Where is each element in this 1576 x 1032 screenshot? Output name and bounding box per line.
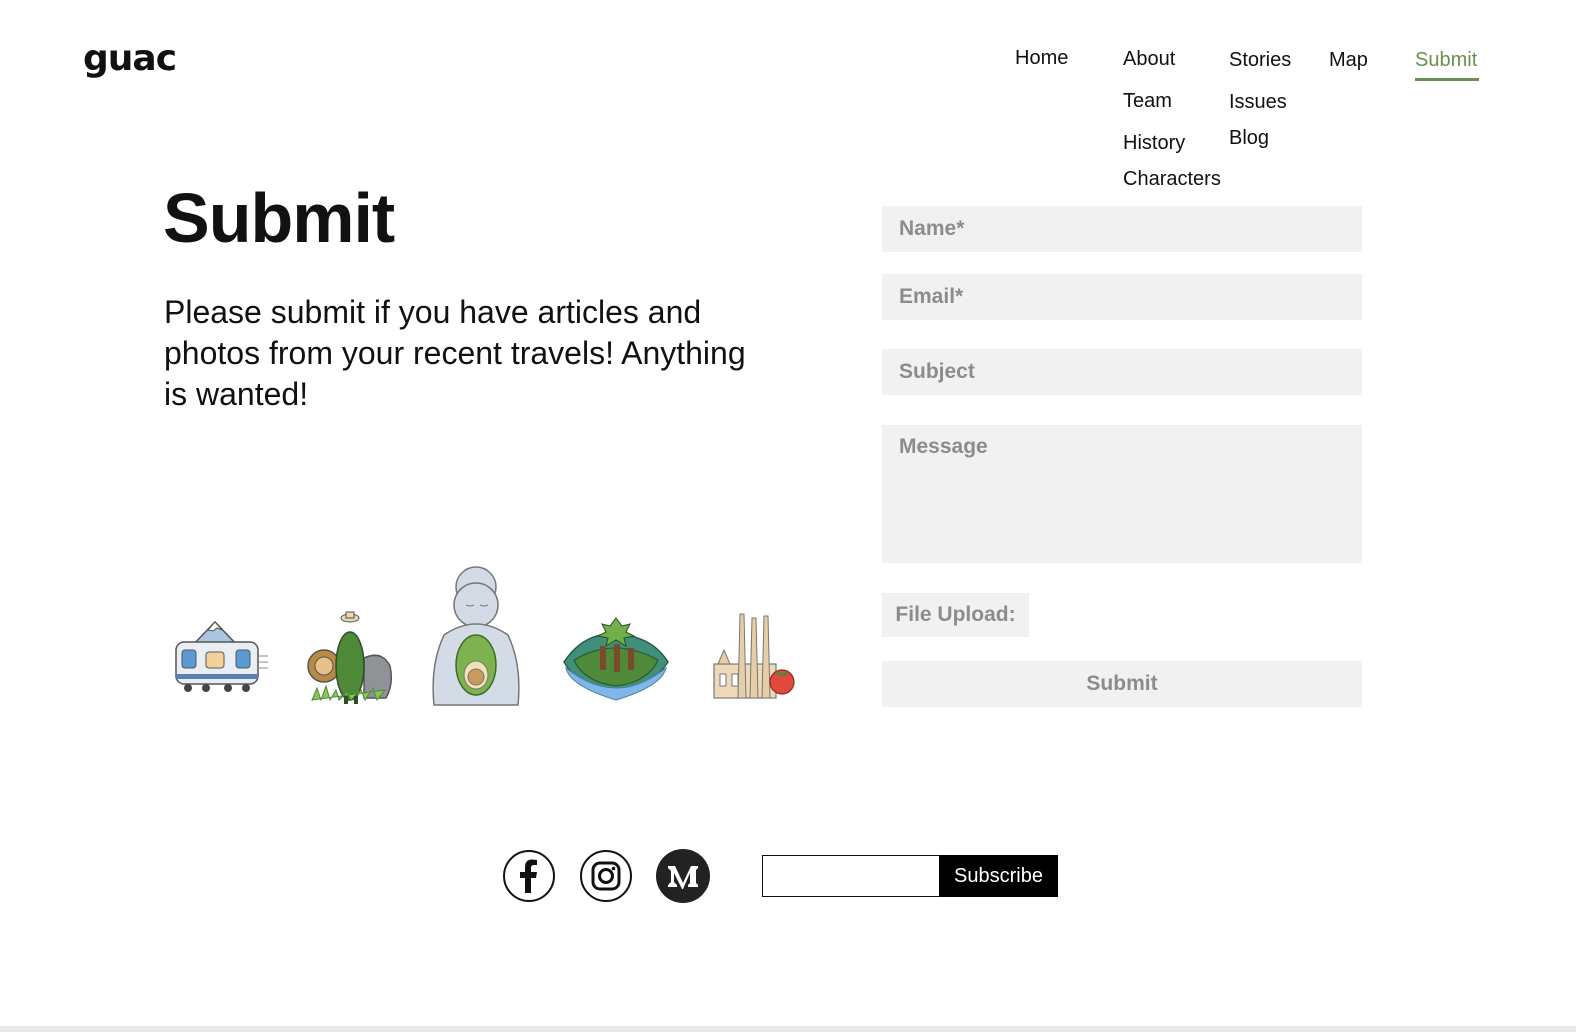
submit-button[interactable]: Submit	[882, 661, 1362, 707]
sagrada-familia-tomato-icon	[713, 613, 795, 699]
message-field[interactable]	[882, 425, 1362, 563]
page-bottom-divider	[0, 1026, 1576, 1032]
buddha-avocado-icon	[432, 566, 520, 706]
email-field[interactable]	[882, 274, 1362, 320]
nav-stories[interactable]: Stories	[1229, 49, 1291, 72]
subject-field[interactable]	[882, 349, 1362, 395]
nav-about[interactable]: About	[1123, 48, 1175, 71]
nav-about-characters[interactable]: Characters	[1123, 168, 1221, 191]
file-upload-button[interactable]: File Upload:	[882, 593, 1029, 637]
subscribe-button[interactable]: Subscribe	[939, 855, 1058, 897]
nav-submit[interactable]: Submit	[1415, 49, 1477, 72]
train-mount-fuji-icon	[175, 620, 268, 692]
intro-text: Please submit if you have articles and p…	[164, 294, 746, 412]
avocado-safari-icon	[307, 611, 393, 704]
nav-about-history[interactable]: History	[1123, 132, 1185, 155]
name-field[interactable]	[882, 206, 1362, 252]
instagram-icon[interactable]	[579, 849, 633, 903]
nav-stories-blog[interactable]: Blog	[1229, 127, 1269, 150]
nav-about-team[interactable]: Team	[1123, 90, 1172, 113]
facebook-icon[interactable]	[502, 849, 556, 903]
medium-icon[interactable]	[656, 849, 710, 903]
island-forest-icon	[563, 617, 669, 701]
newsletter-email-input[interactable]	[762, 855, 940, 897]
nav-home[interactable]: Home	[1015, 47, 1068, 70]
nav-stories-issues[interactable]: Issues	[1229, 91, 1287, 114]
nav-active-underline	[1415, 78, 1479, 81]
page-title: Submit	[163, 179, 395, 257]
site-logo[interactable]: guac	[83, 38, 177, 79]
nav-map[interactable]: Map	[1329, 49, 1368, 72]
